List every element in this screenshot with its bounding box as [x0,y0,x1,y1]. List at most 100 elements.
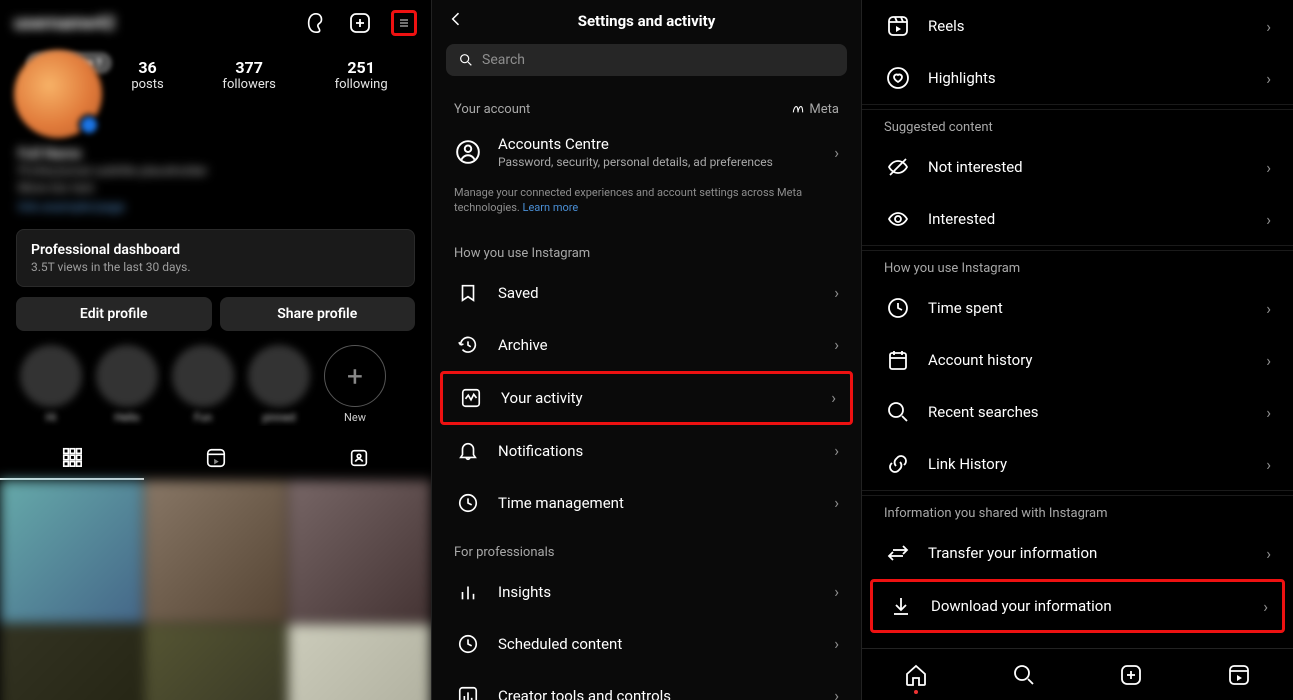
row-label: Reels [928,17,1250,35]
chevron-right-icon: › [1266,69,1271,88]
post-thumbnail[interactable] [0,480,143,623]
professional-dashboard[interactable]: Professional dashboard 3.5T views in the… [16,229,415,287]
stat-posts[interactable]: 36posts [131,58,163,92]
user-circle-icon [454,138,482,166]
stats: 36posts 377followers 251following [102,50,417,92]
not-interested-row[interactable]: Not interested › [862,141,1293,193]
highlight[interactable]: Fun [168,345,238,424]
creator-tools-row[interactable]: Creator tools and controls › [432,670,861,700]
chevron-right-icon: › [1266,17,1271,36]
clock-icon [454,489,482,517]
avatar[interactable] [14,50,102,138]
chevron-right-icon: › [1266,158,1271,177]
profile-header: 36posts 377followers 251following [0,42,431,142]
dashboard-title: Professional dashboard [31,242,400,258]
accounts-note: Manage your connected experiences and ac… [432,181,861,230]
chevron-right-icon: › [834,493,839,512]
threads-icon[interactable] [303,10,329,36]
row-label: Creator tools and controls [498,687,818,700]
highlight[interactable]: pinned [244,345,314,424]
saved-row[interactable]: Saved › [432,267,861,319]
hamburger-menu-icon[interactable] [391,10,417,36]
account-history-row[interactable]: Account history › [862,334,1293,386]
row-label: Time management [498,494,818,512]
notifications-row[interactable]: Notifications › [432,425,861,477]
stat-following[interactable]: 251following [335,58,388,92]
top-icons [303,10,417,36]
search-icon [884,398,912,426]
bell-icon [454,437,482,465]
link-history-row[interactable]: Link History › [862,438,1293,490]
reels-row[interactable]: Reels › [862,0,1293,52]
activity-icon [457,384,485,412]
highlight[interactable]: Hello [92,345,162,424]
accounts-centre-row[interactable]: Accounts CentrePassword, security, perso… [432,123,861,181]
insights-row[interactable]: Insights › [432,566,861,618]
settings-title: Settings and activity [446,12,847,30]
link-icon [884,450,912,478]
your-activity-row[interactable]: Your activity › [443,374,850,422]
post-thumbnail[interactable] [288,624,431,700]
clock-icon [884,294,912,322]
eye-icon [884,205,912,233]
dashboard-sub: 3.5T views in the last 30 days. [31,260,400,274]
bio-name: Full Name [18,146,413,162]
download-icon [887,592,915,620]
stat-followers[interactable]: 377followers [222,58,275,92]
archive-row[interactable]: Archive › [432,319,861,371]
nav-search-icon[interactable] [1011,662,1037,688]
row-label: Account history [928,351,1250,369]
recent-searches-row[interactable]: Recent searches › [862,386,1293,438]
profile-actions: Edit profile Share profile [0,297,431,331]
create-icon[interactable] [347,10,373,36]
calendar-icon [884,346,912,374]
time-spent-row[interactable]: Time spent › [862,282,1293,334]
search-input[interactable]: Search [446,44,847,76]
profile-top-bar: username42 [0,0,431,42]
settings-screen: Settings and activity Search Your accoun… [431,0,862,700]
download-info-highlight: Download your information › [870,579,1285,633]
chevron-right-icon: › [1263,597,1268,616]
scheduled-content-row[interactable]: Scheduled content › [432,618,861,670]
highlights-row[interactable]: Highlights › [862,52,1293,104]
transfer-info-row[interactable]: Transfer your information › [862,527,1293,579]
chevron-right-icon: › [834,335,839,354]
tab-reels[interactable] [144,436,288,480]
chevron-right-icon: › [834,283,839,302]
share-profile-button[interactable]: Share profile [220,297,416,331]
add-story-badge[interactable] [78,114,100,136]
highlight[interactable]: Hi [16,345,86,424]
row-label: Not interested [928,158,1250,176]
username[interactable]: username42 [14,13,115,34]
post-thumbnail[interactable] [144,624,287,700]
interested-row[interactable]: Interested › [862,193,1293,245]
chevron-right-icon: › [1266,403,1271,422]
chevron-right-icon: › [1266,210,1271,229]
transfer-icon [884,539,912,567]
nav-reels-icon[interactable] [1226,662,1252,688]
section-how-you-use: How you use Instagram [862,251,1293,282]
highlight-new[interactable]: +New [320,345,390,424]
tab-tagged[interactable] [287,436,431,480]
nav-create-icon[interactable] [1118,662,1144,688]
insights-icon [454,578,482,606]
highlights-row: Hi Hello Fun pinned +New [0,331,431,426]
back-icon[interactable] [446,9,466,34]
time-management-row[interactable]: Time management › [432,477,861,529]
chevron-right-icon: › [831,388,836,407]
post-thumbnail[interactable] [288,480,431,623]
download-info-row[interactable]: Download your information › [873,582,1282,630]
archive-icon [454,331,482,359]
learn-more-link[interactable]: Learn more [523,201,579,214]
bottom-nav [862,648,1293,700]
chevron-right-icon: › [834,143,839,162]
row-label: Link History [928,455,1250,473]
edit-profile-button[interactable]: Edit profile [16,297,212,331]
chevron-right-icon: › [1266,455,1271,474]
nav-home-icon[interactable] [903,662,929,688]
tab-grid[interactable] [0,436,144,480]
bio-link[interactable]: link.example/page [18,200,413,215]
post-thumbnail[interactable] [0,624,143,700]
post-thumbnail[interactable] [144,480,287,623]
bio: Full Name Professional subtitle placehol… [0,142,431,219]
